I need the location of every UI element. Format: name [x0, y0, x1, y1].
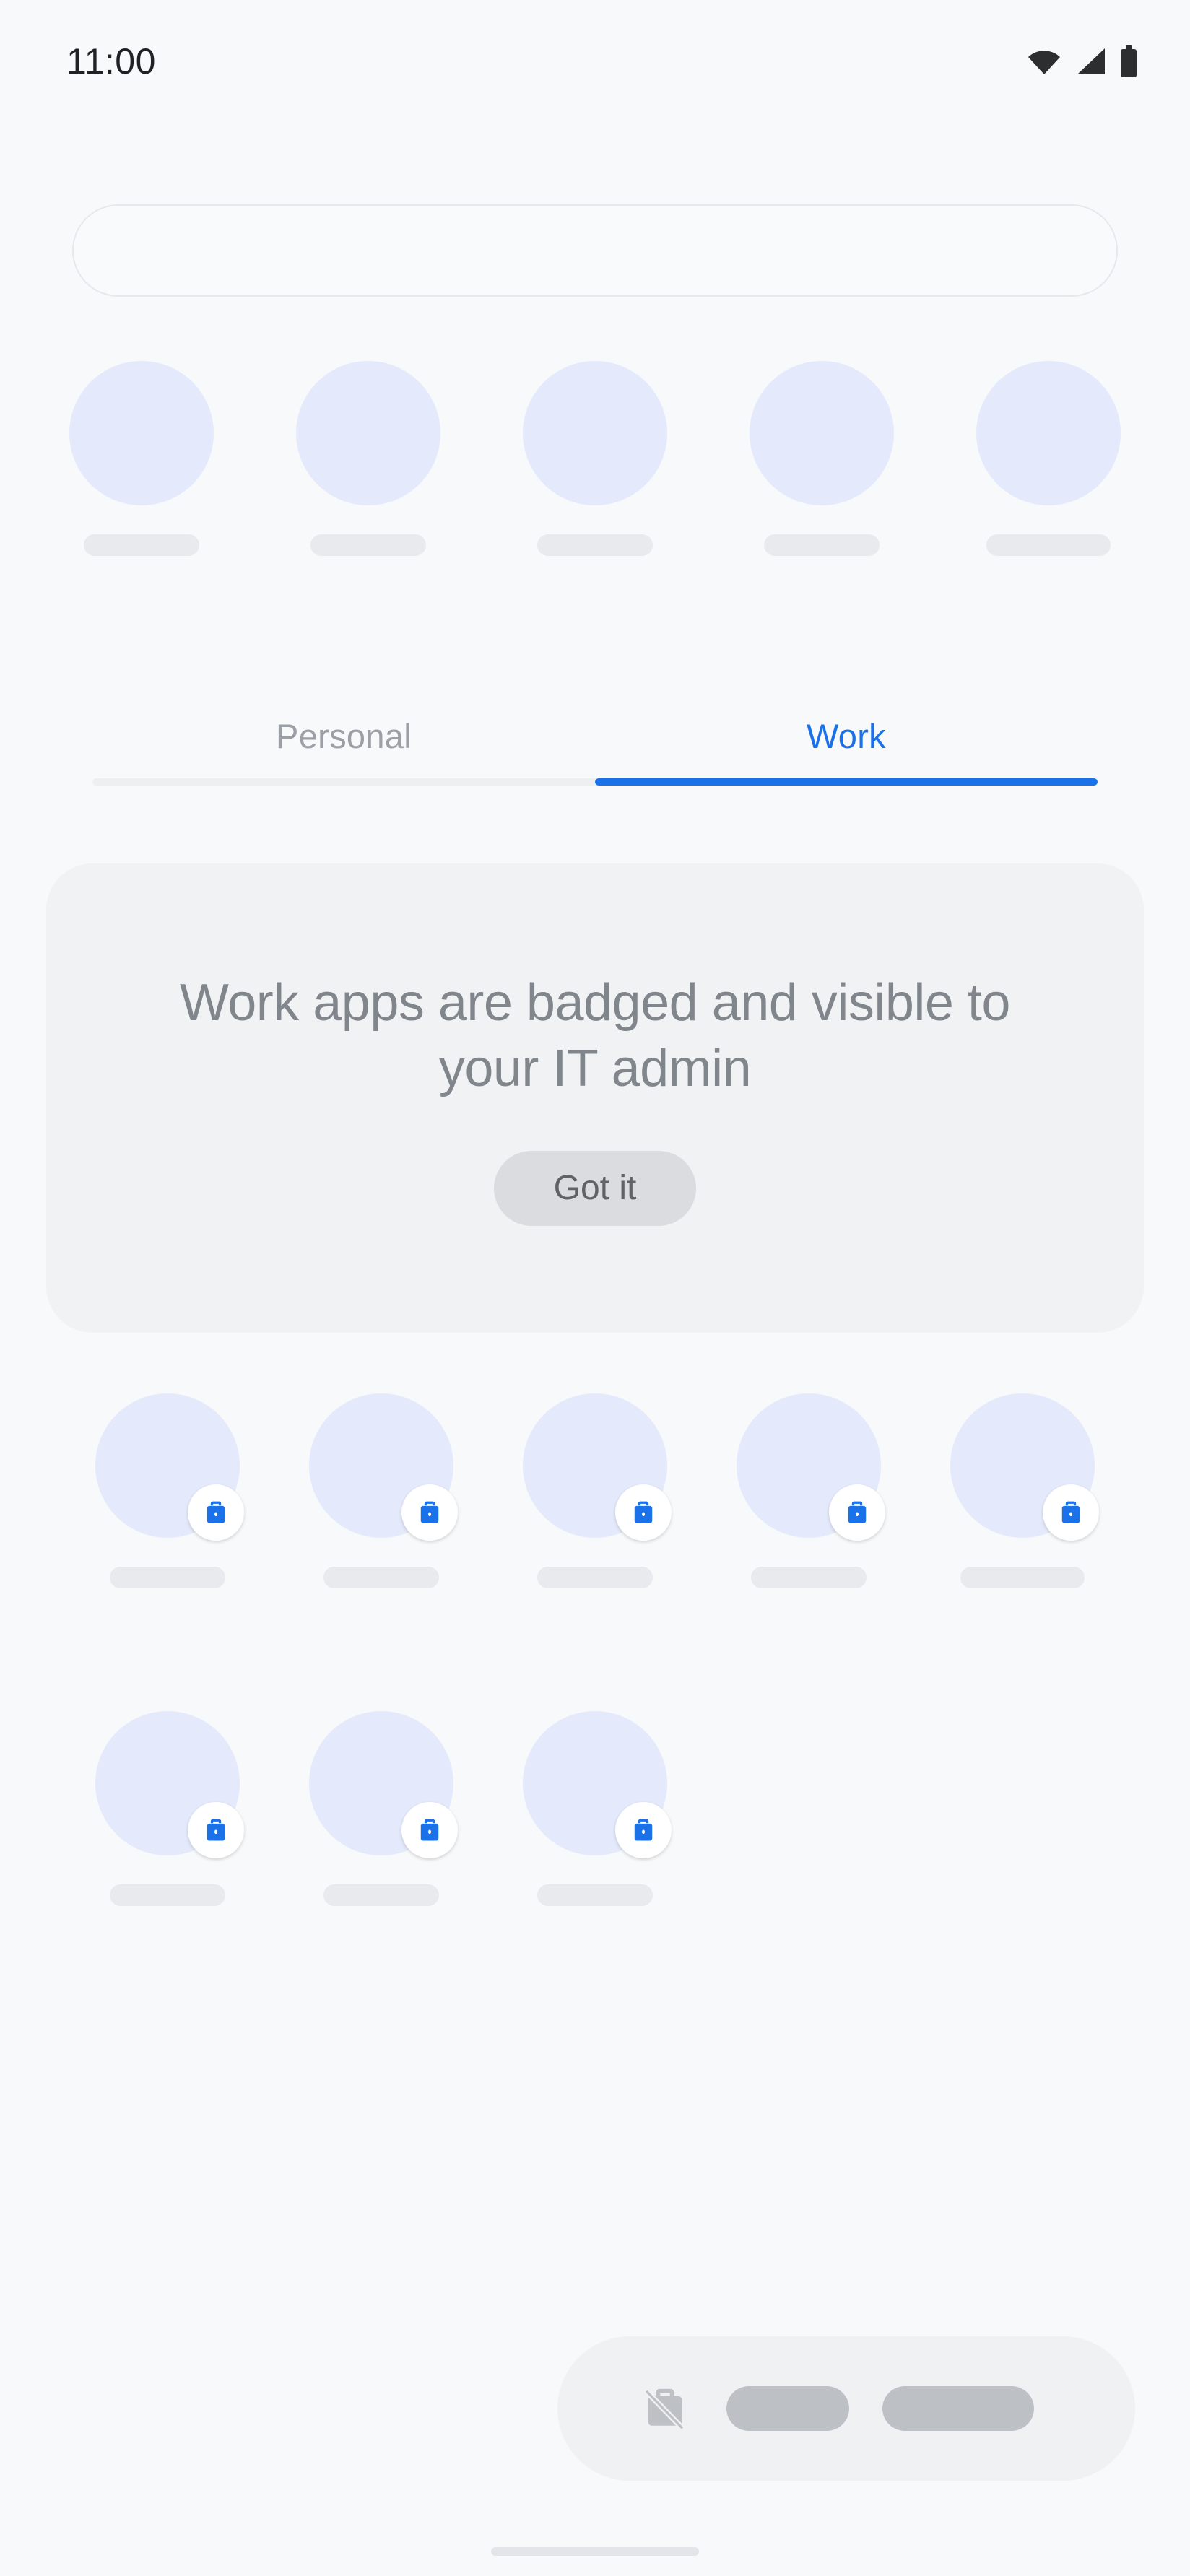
app-item[interactable] — [916, 1393, 1129, 1588]
app-label-placeholder — [110, 1567, 225, 1588]
work-briefcase-badge-icon — [615, 1484, 672, 1541]
work-briefcase-badge-icon — [615, 1802, 672, 1858]
work-briefcase-badge-icon — [188, 1484, 244, 1541]
app-icon-wrap — [296, 361, 440, 505]
app-icon-wrap — [750, 361, 894, 505]
app-icon-wrap — [523, 361, 667, 505]
app-item[interactable] — [488, 1393, 702, 1588]
work-apps-row-1 — [61, 1393, 1129, 1588]
app-icon-wrap — [309, 1711, 458, 1858]
app-label-placeholder — [323, 1567, 439, 1588]
cellular-signal-icon — [1074, 47, 1106, 76]
app-icon-wrap — [69, 361, 214, 505]
app-item[interactable] — [61, 1711, 274, 1906]
app-icon-placeholder — [750, 361, 894, 505]
status-bar: 11:00 — [0, 0, 1190, 123]
app-item[interactable] — [274, 1711, 488, 1906]
app-icon-placeholder — [296, 361, 440, 505]
app-icon-wrap — [737, 1393, 885, 1541]
app-icon-placeholder — [69, 361, 214, 505]
work-bar-text-placeholder-1 — [726, 2386, 849, 2431]
app-item[interactable] — [61, 361, 222, 556]
app-label-placeholder — [110, 1884, 225, 1906]
app-label-placeholder — [986, 534, 1111, 556]
work-briefcase-badge-icon — [829, 1484, 885, 1541]
status-bar-icons — [1027, 45, 1138, 77]
app-icon-wrap — [523, 1393, 672, 1541]
home-gesture-indicator[interactable] — [491, 2547, 699, 2556]
app-icon-wrap — [950, 1393, 1099, 1541]
tab-work[interactable]: Work — [595, 693, 1098, 778]
app-item[interactable] — [61, 1393, 274, 1588]
app-icon-wrap — [523, 1711, 672, 1858]
app-label-placeholder — [310, 534, 426, 556]
work-briefcase-badge-icon — [401, 1802, 458, 1858]
app-icon-wrap — [976, 361, 1121, 505]
app-item[interactable] — [702, 1393, 916, 1588]
profile-tabs: Personal Work — [92, 693, 1098, 801]
app-label-placeholder — [537, 1884, 653, 1906]
work-briefcase-badge-icon — [1043, 1484, 1099, 1541]
app-label-placeholder — [960, 1567, 1085, 1588]
predicted-apps-row — [61, 361, 1129, 578]
app-item[interactable] — [287, 361, 449, 556]
app-label-placeholder — [323, 1884, 439, 1906]
tab-active-indicator — [595, 778, 1098, 786]
app-label-placeholder — [84, 534, 199, 556]
info-card-title: Work apps are badged and visible to your… — [180, 974, 1010, 1097]
battery-icon — [1119, 45, 1138, 77]
wifi-icon — [1027, 47, 1061, 76]
app-label-placeholder — [537, 1567, 653, 1588]
work-briefcase-badge-icon — [401, 1484, 458, 1541]
work-briefcase-badge-icon — [188, 1802, 244, 1858]
app-item[interactable] — [514, 361, 676, 556]
app-item[interactable] — [968, 361, 1129, 556]
tab-personal[interactable]: Personal — [92, 693, 595, 778]
app-icon-placeholder — [523, 361, 667, 505]
app-label-placeholder — [751, 1567, 867, 1588]
app-label-placeholder — [764, 534, 880, 556]
work-profile-off-icon — [637, 2380, 693, 2437]
work-apps-row-2 — [61, 1711, 1129, 1906]
tabs-row: Personal Work — [92, 693, 1098, 778]
work-profile-info-card: Work apps are badged and visible to your… — [46, 863, 1144, 1333]
tab-track — [92, 778, 1098, 786]
app-icon-wrap — [309, 1393, 458, 1541]
work-bar-text-placeholder-2 — [882, 2386, 1034, 2431]
work-profile-toggle-bar[interactable] — [557, 2336, 1135, 2481]
app-icon-wrap — [95, 1711, 244, 1858]
app-icon-wrap — [95, 1393, 244, 1541]
app-item[interactable] — [741, 361, 903, 556]
app-item[interactable] — [274, 1393, 488, 1588]
app-label-placeholder — [537, 534, 653, 556]
app-icon-placeholder — [976, 361, 1121, 505]
app-item[interactable] — [488, 1711, 702, 1906]
got-it-button[interactable]: Got it — [494, 1150, 696, 1226]
search-input[interactable] — [72, 204, 1118, 297]
android-work-profile-app-drawer: 11:00 Personal Work Work apps are badged… — [0, 0, 1190, 2576]
status-bar-clock: 11:00 — [66, 41, 156, 82]
